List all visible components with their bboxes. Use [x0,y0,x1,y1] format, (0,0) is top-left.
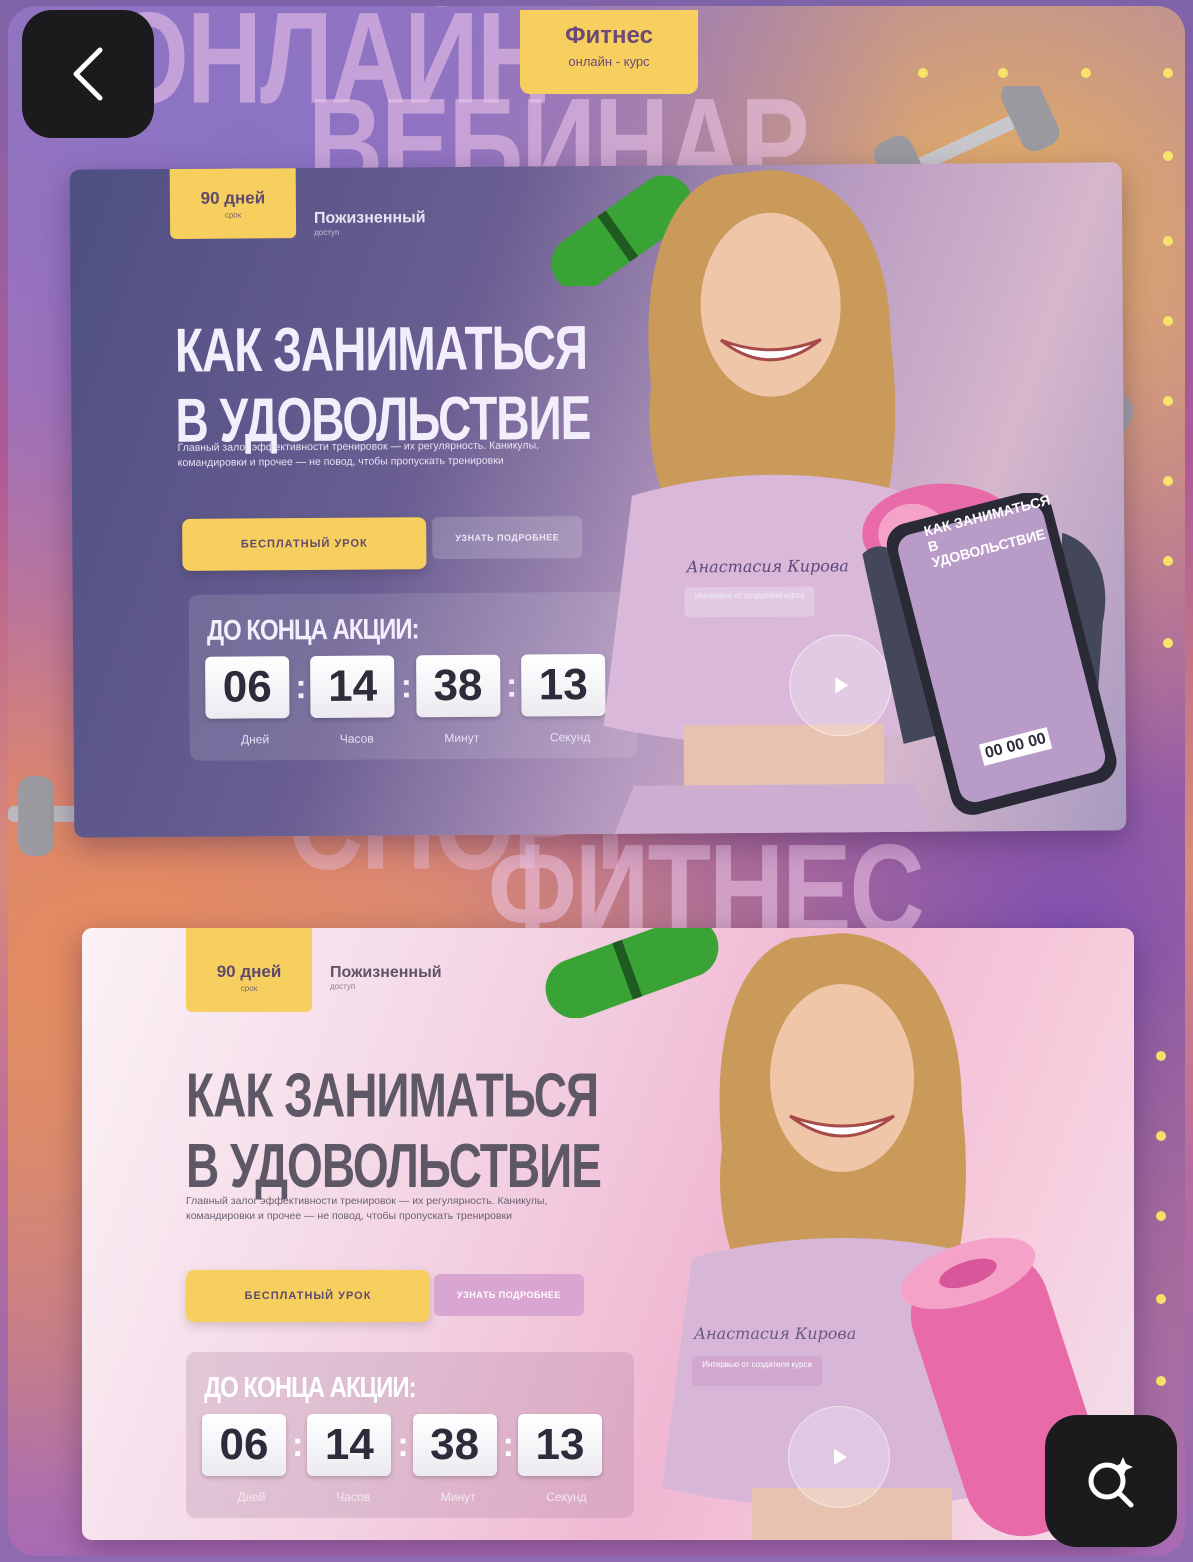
timer-separator: : [502,1425,514,1464]
access-label: Пожизненный [313,209,426,227]
timer-separator: : [505,666,518,705]
timer-label-days: Дней [240,732,270,747]
timer-digits: 06 : 14 : 38 : 13 [202,1414,608,1476]
decor-dot [1163,68,1173,78]
timer-title: ДО КОНЦА АКЦИИ: [206,613,419,648]
chevron-left-icon [73,47,103,101]
timer-days: 06 [205,656,290,719]
timer-label-days: Дней [237,1490,266,1504]
timer-label-seconds: Секунд [546,1490,587,1504]
visual-search-icon [1088,1457,1134,1508]
headline-line1: КАК ЗАНИМАТЬСЯ [186,1059,599,1131]
decor-dot [1163,476,1173,486]
banner-light: 90 дней срок Пожизненный доступ КАК ЗАНИ… [82,928,1134,1540]
headline-line1: КАК ЗАНИМАТЬСЯ [174,312,588,386]
learn-more-button[interactable]: УЗНАТЬ ПОДРОБНЕЕ [432,516,583,560]
decor-dot [1163,151,1173,161]
signature: Анастасия Кирова [694,1324,857,1343]
play-icon [835,677,849,694]
timer-label-minutes: Минут [440,1490,476,1504]
play-button[interactable] [788,1406,890,1508]
timer-separator: : [292,1425,304,1464]
decor-dot [1156,1211,1166,1221]
timer-label-hours: Часов [339,731,374,746]
timer-separator: : [400,666,413,705]
timer-seconds: 13 [517,1414,602,1476]
timer-minutes: 38 [415,654,501,718]
headline-line2: В УДОВОЛЬСТВИЕ [186,1130,602,1201]
access-sublabel: доступ [314,227,340,237]
duration-tag: 90 дней срок [169,168,297,239]
access-info: Пожизненный доступ [330,964,442,991]
decor-dot [1156,1294,1166,1304]
description: Главный залог эффективности тренировок —… [186,1195,548,1223]
duration-sublabel: срок [240,984,258,993]
countdown-timer: ДО КОНЦА АКЦИИ: 06 : 14 : 38 : 13 Дней Ч… [186,1352,634,1518]
timer-hours: 14 [310,655,395,719]
duration-label: 90 дней [216,962,282,981]
decor-dot [1156,1051,1166,1061]
decor-dot [1081,68,1091,78]
timer-hours: 14 [307,1414,392,1476]
timer-title: ДО КОНЦА АКЦИИ: [204,1372,417,1405]
fitness-tag-title: Фитнес [565,22,653,49]
duration-sublabel: срок [224,210,242,220]
decor-dot [918,68,928,78]
timer-labels: Дней Часов Минут Секунд [202,1490,622,1504]
headline: КАК ЗАНИМАТЬСЯ В УДОВОЛЬСТВИЕ [186,1059,602,1201]
learn-more-button[interactable]: УЗНАТЬ ПОДРОБНЕЕ [434,1274,584,1316]
duration-label: 90 дней [200,188,266,208]
free-lesson-button[interactable]: БЕСПЛАТНЫЙ УРОК [186,1270,430,1322]
free-lesson-button[interactable]: БЕСПЛАТНЫЙ УРОК [182,517,427,571]
access-sublabel: доступ [330,982,356,991]
post-image: ОНЛАЙН ВЕБИНАР СПОРТ ФИТНЕС [8,6,1185,1556]
decor-dot [1156,1376,1166,1386]
banner-dark: 90 дней срок Пожизненный доступ КАК ЗАНИ… [69,162,1127,838]
decor-dot [1163,556,1173,566]
timer-separator: : [397,1425,409,1464]
signature: Анастасия Кирова [686,556,849,577]
decor-dot [998,68,1008,78]
timer-labels: Дней Часов Минут Секунд [206,730,626,747]
access-label: Пожизненный [330,964,442,981]
timer-separator: : [295,667,307,706]
timer-minutes: 38 [412,1414,497,1476]
signature-caption: Интервью от создателя курса [692,1356,822,1386]
timer-days: 06 [202,1414,286,1476]
decor-dot [1163,638,1173,648]
decor-dot [1163,236,1173,246]
headline: КАК ЗАНИМАТЬСЯ В УДОВОЛЬСТВИЕ [174,312,591,455]
decor-dot [1156,1131,1166,1141]
countdown-timer: ДО КОНЦА АКЦИИ: 06 : 14 : 38 : 13 Дней Ч… [188,591,638,761]
back-button[interactable] [22,10,154,138]
description: Главный залог эффективности тренировок —… [177,439,540,470]
timer-label-minutes: Минут [444,730,480,746]
timer-label-hours: Часов [336,1490,371,1504]
decor-dot [1163,396,1173,406]
fitness-tag-subtitle: онлайн - курс [568,54,650,69]
play-icon [834,1449,847,1465]
duration-tag: 90 дней срок [186,928,312,1012]
signature-caption: Интервью от создателя курса [684,586,815,618]
access-info: Пожизненный доступ [314,209,426,237]
timer-digits: 06 : 14 : 38 : 13 [205,653,611,719]
fitness-course-tag: Фитнес онлайн - курс [520,10,698,94]
visual-search-button[interactable] [1045,1415,1177,1547]
decor-dot [1163,316,1173,326]
